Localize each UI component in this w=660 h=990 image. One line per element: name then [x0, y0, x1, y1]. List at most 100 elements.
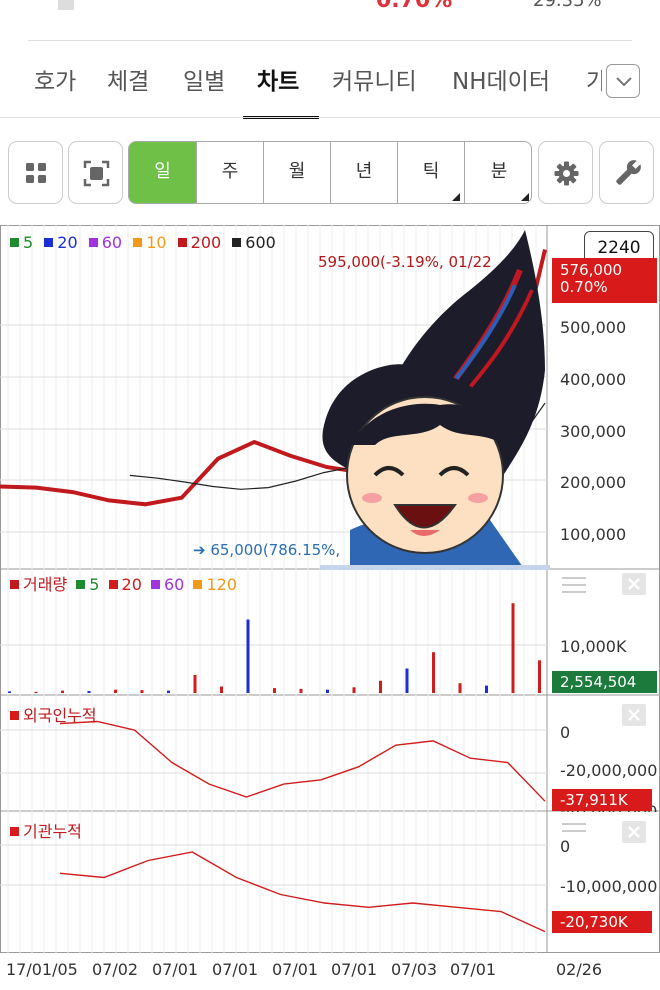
wrench-icon: [616, 159, 642, 185]
period-week[interactable]: 주: [196, 142, 263, 203]
y-label: 400,000: [560, 370, 627, 389]
period-year[interactable]: 년: [330, 142, 397, 203]
period-day-label: 일: [154, 161, 171, 182]
tab-orderbook[interactable]: 호가: [34, 62, 76, 96]
x-label: 07/01: [450, 960, 497, 979]
institution-legend: 기관누적: [10, 818, 82, 842]
y-label: 100,000: [560, 525, 627, 544]
foreign-y-label: 0: [560, 723, 571, 742]
volume-bar: [8, 691, 11, 693]
menu-icon[interactable]: [562, 577, 586, 593]
period-minute-label: 분: [490, 161, 508, 182]
legend-ma-600: 600: [232, 233, 276, 252]
volume-bar: [538, 660, 541, 693]
period-week-label: 주: [221, 161, 239, 182]
volume-bar: [299, 688, 303, 693]
volume-bar: [114, 689, 117, 693]
legend-swatch: [88, 238, 98, 247]
menu-icon[interactable]: [562, 823, 586, 839]
cartoon-character-illustration: [320, 230, 550, 570]
legend-swatch: [133, 238, 143, 247]
grid-layout-icon: [26, 163, 46, 183]
dropdown-corner-icon: [521, 193, 529, 201]
foreign-title: 외국인누적: [23, 706, 97, 725]
ma-legend: 5 20 60 10 200 600: [10, 233, 276, 252]
volume-bar: [326, 689, 329, 693]
partial-icon: [58, 0, 74, 10]
fullscreen-button[interactable]: [68, 141, 123, 204]
volume-bar: [352, 687, 356, 693]
tab-community[interactable]: 커뮤니티: [332, 62, 417, 96]
y-label: 500,000: [560, 318, 627, 337]
volume-bar: [167, 690, 170, 693]
institution-y-label: -10,000,000: [560, 877, 658, 896]
tab-more-button[interactable]: [606, 64, 640, 98]
volume-bar: [273, 688, 276, 693]
legend-swatch: [10, 711, 19, 720]
volume-bar: [432, 652, 435, 693]
chart-panel[interactable]: 5 20 60 10 200 600 595,000(-3.19%, 01/22…: [0, 225, 660, 990]
volume-bar: [485, 685, 488, 693]
layout-button[interactable]: [8, 141, 63, 204]
legend-label: 600: [245, 233, 276, 252]
tab-nh-data[interactable]: NH데이터: [452, 62, 550, 96]
top-partial-strip: 0.70% 29.35%: [0, 0, 660, 14]
legend-ma-60: 60: [88, 233, 122, 252]
institution-current-tag: -20,730K: [552, 911, 652, 933]
period-tick-label: 틱: [422, 161, 440, 182]
top-change-pct: 0.70%: [376, 0, 453, 13]
legend-swatch: [108, 580, 118, 589]
period-minute[interactable]: 분: [464, 142, 531, 203]
legend-ma-10: 10: [133, 233, 167, 252]
period-tick[interactable]: 틱: [397, 142, 464, 203]
tab-daily[interactable]: 일별: [183, 62, 225, 96]
legend-swatch: [10, 238, 19, 247]
period-year-label: 년: [355, 161, 373, 182]
volume-bar: [246, 619, 250, 693]
tab-partial[interactable]: 가: [586, 62, 602, 96]
period-day[interactable]: 일: [129, 142, 196, 203]
legend-label: 5: [23, 233, 34, 252]
settings-button[interactable]: [538, 141, 593, 204]
period-month-label: 월: [288, 161, 306, 182]
tab-trades[interactable]: 체결: [107, 62, 149, 96]
legend-swatch: [151, 580, 160, 589]
close-icon[interactable]: [622, 573, 646, 595]
foreign-legend: 외국인누적: [10, 702, 97, 726]
top-rate: 29.35%: [533, 0, 602, 11]
divider: [0, 117, 660, 118]
period-selector: 일 주 월 년 틱 분: [128, 141, 532, 204]
period-month[interactable]: 월: [263, 142, 330, 203]
current-change: 0.70%: [560, 278, 608, 296]
legend-swatch: [10, 827, 19, 836]
volume-bar: [220, 686, 223, 693]
x-label: 07/02: [92, 960, 139, 979]
foreign-y-label: -20,000,000: [560, 761, 658, 780]
x-label: 07/01: [272, 960, 319, 979]
volume-bar: [511, 603, 515, 693]
volume-bar: [458, 683, 462, 693]
legend-ma-200: 200: [177, 233, 222, 252]
foreign-current-tag: -37,911K: [552, 789, 652, 811]
legend-swatch: [232, 238, 242, 247]
tools-button[interactable]: [599, 141, 654, 204]
close-icon[interactable]: [622, 704, 646, 726]
volume-bar: [34, 691, 38, 693]
tab-chart[interactable]: 차트: [257, 62, 299, 96]
x-label: 17/01/05: [6, 960, 78, 979]
close-icon[interactable]: [622, 821, 646, 843]
y-label: 300,000: [560, 422, 627, 441]
dropdown-corner-icon: [452, 193, 460, 201]
volume-bar: [140, 690, 144, 693]
legend-label: 20: [57, 233, 78, 252]
legend-label: 200: [190, 233, 222, 252]
chevron-down-icon: [616, 77, 632, 87]
volume-title: 거래량: [23, 575, 68, 594]
legend-label: 60: [164, 575, 185, 594]
volume-current-tag: 2,554,504: [552, 671, 657, 693]
legend-swatch: [44, 238, 54, 247]
volume-y-label: 10,000K: [560, 637, 627, 656]
legend-swatch: [10, 580, 19, 589]
volume-bar: [405, 668, 409, 693]
volume-bar: [193, 675, 197, 693]
